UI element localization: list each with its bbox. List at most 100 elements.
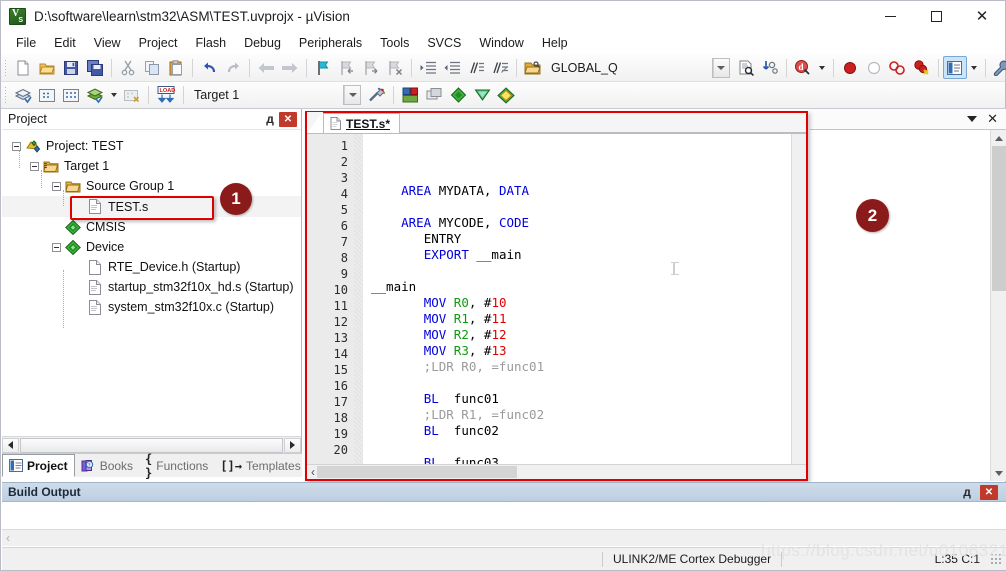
- editor-hscroll-thumb[interactable]: [317, 466, 517, 478]
- undo-icon[interactable]: [197, 56, 221, 79]
- build-output-hscrollbar[interactable]: ‹: [2, 529, 1006, 546]
- expander-minus-icon[interactable]: [12, 141, 21, 151]
- code-line[interactable]: __main: [371, 279, 791, 295]
- resize-grip-icon[interactable]: [990, 552, 1003, 566]
- navigate-back-icon[interactable]: [254, 56, 278, 79]
- build-output-close-button[interactable]: ✕: [980, 484, 998, 500]
- menu-item-view[interactable]: View: [85, 34, 130, 52]
- bookmark-next-icon[interactable]: [359, 56, 383, 79]
- breakpoint-disable-icon[interactable]: [862, 56, 886, 79]
- breakpoint-kill-all-icon[interactable]: [910, 56, 934, 79]
- bookmark-strip[interactable]: [354, 134, 363, 464]
- code-area[interactable]: 1 2 3 4 5 6 7 8 9 10 11 12 13 14 15 16 1…: [307, 134, 806, 464]
- toolbar-grip[interactable]: [4, 86, 8, 104]
- bookmark-prev-icon[interactable]: [335, 56, 359, 79]
- toolbar-grip[interactable]: [4, 58, 8, 77]
- code-line[interactable]: BL func02: [371, 423, 791, 439]
- scroll-left-button[interactable]: [2, 437, 19, 453]
- code-line[interactable]: MOV R2, #12: [371, 327, 791, 343]
- code-line[interactable]: MOV R0, #10: [371, 295, 791, 311]
- hscroll-thumb[interactable]: [20, 437, 283, 453]
- code-line[interactable]: BL func03: [371, 455, 791, 464]
- navigate-forward-icon[interactable]: [278, 56, 302, 79]
- minimize-button[interactable]: [867, 1, 913, 32]
- manage-project-items-icon[interactable]: [398, 84, 422, 107]
- project-panel-close-button[interactable]: ✕: [279, 111, 297, 127]
- code-line[interactable]: [371, 199, 791, 215]
- code-line[interactable]: EXPORT __main: [371, 247, 791, 263]
- batch-build-icon[interactable]: [83, 84, 107, 107]
- project-window-icon[interactable]: [942, 56, 967, 79]
- editor-hscrollbar[interactable]: ‹: [307, 464, 806, 479]
- paste-icon[interactable]: [164, 56, 188, 79]
- menu-item-debug[interactable]: Debug: [235, 34, 290, 52]
- debug-start-icon[interactable]: d: [791, 56, 815, 79]
- tab-books[interactable]: ? Books: [75, 454, 139, 477]
- code-line[interactable]: [371, 263, 791, 279]
- uncomment-icon[interactable]: [488, 56, 512, 79]
- close-button[interactable]: ✕: [959, 1, 1005, 32]
- editor-tab-test-s[interactable]: TEST.s*: [323, 113, 401, 133]
- scroll-down-button[interactable]: [991, 465, 1006, 481]
- batch-build-dropdown-arrow[interactable]: [107, 84, 120, 107]
- incremental-find-icon[interactable]: [758, 56, 782, 79]
- breakpoint-disable-all-icon[interactable]: [886, 56, 910, 79]
- manage-components-icon[interactable]: [494, 84, 518, 107]
- expander-minus-icon[interactable]: [30, 161, 39, 171]
- breakpoint-insert-icon[interactable]: [838, 56, 862, 79]
- project-window-dropdown-arrow[interactable]: [967, 56, 981, 79]
- code-text[interactable]: AREA MYDATA, DATA AREA MYCODE, CODE ENTR…: [363, 134, 791, 464]
- target-selector-dropdown[interactable]: [343, 85, 362, 105]
- maximize-button[interactable]: [913, 1, 959, 32]
- download-icon[interactable]: LOAD: [153, 84, 179, 107]
- tree-node-system-c[interactable]: system_stm32f10x.c (Startup): [2, 297, 301, 317]
- tree-node-rte-device-h[interactable]: RTE_Device.h (Startup): [2, 257, 301, 277]
- new-file-icon[interactable]: [11, 56, 35, 79]
- scroll-left-icon[interactable]: ‹: [6, 531, 10, 545]
- build-pin-button[interactable]: д: [958, 484, 976, 501]
- code-line[interactable]: BL func01: [371, 391, 791, 407]
- menu-item-flash[interactable]: Flash: [186, 34, 235, 52]
- scroll-left-icon[interactable]: ‹: [311, 465, 315, 479]
- expander-minus-icon[interactable]: [52, 181, 61, 191]
- tab-project[interactable]: Project: [2, 454, 75, 477]
- tree-node-project[interactable]: Project: TEST: [2, 136, 301, 156]
- pack-installer-icon[interactable]: [446, 84, 470, 107]
- code-line[interactable]: ;LDR R1, =func02: [371, 407, 791, 423]
- pin-button[interactable]: д: [261, 111, 279, 128]
- tree-node-cmsis[interactable]: CMSIS: [2, 217, 301, 237]
- chevron-down-icon[interactable]: [967, 116, 978, 122]
- tab-templates[interactable]: []→ Templates: [214, 454, 306, 477]
- tree-node-target[interactable]: Target 1: [2, 156, 301, 176]
- translate-icon[interactable]: [11, 84, 35, 107]
- code-line[interactable]: [371, 439, 791, 455]
- save-icon[interactable]: [59, 56, 83, 79]
- editor-vscrollbar[interactable]: [791, 134, 806, 464]
- expander-minus-icon[interactable]: [52, 242, 61, 252]
- open-file-icon[interactable]: [35, 56, 59, 79]
- indent-icon[interactable]: [416, 56, 440, 79]
- find-combo-dropdown[interactable]: [711, 57, 730, 78]
- code-line[interactable]: [371, 375, 791, 391]
- tree-node-startup-s[interactable]: startup_stm32f10x_hd.s (Startup): [2, 277, 301, 297]
- copy-icon[interactable]: [140, 56, 164, 79]
- menu-item-window[interactable]: Window: [470, 34, 532, 52]
- code-line[interactable]: MOV R1, #11: [371, 311, 791, 327]
- debug-dropdown-arrow[interactable]: [815, 56, 829, 79]
- menu-item-edit[interactable]: Edit: [45, 34, 85, 52]
- project-tree-test-s[interactable]: TEST.s: [2, 196, 301, 217]
- menu-item-help[interactable]: Help: [533, 34, 577, 52]
- manage-rte-icon[interactable]: [422, 84, 446, 107]
- code-line[interactable]: AREA MYCODE, CODE: [371, 215, 791, 231]
- save-all-icon[interactable]: [83, 56, 107, 79]
- code-line[interactable]: MOV R3, #13: [371, 343, 791, 359]
- menu-item-project[interactable]: Project: [130, 34, 187, 52]
- target-options-icon[interactable]: [365, 84, 389, 107]
- mdi-vscrollbar[interactable]: [990, 130, 1006, 481]
- rebuild-icon[interactable]: [59, 84, 83, 107]
- code-line[interactable]: ENTRY: [371, 231, 791, 247]
- build-icon[interactable]: [35, 84, 59, 107]
- code-line[interactable]: AREA MYDATA, DATA: [371, 183, 791, 199]
- close-icon[interactable]: ✕: [987, 113, 998, 126]
- vscroll-thumb[interactable]: [991, 146, 1006, 291]
